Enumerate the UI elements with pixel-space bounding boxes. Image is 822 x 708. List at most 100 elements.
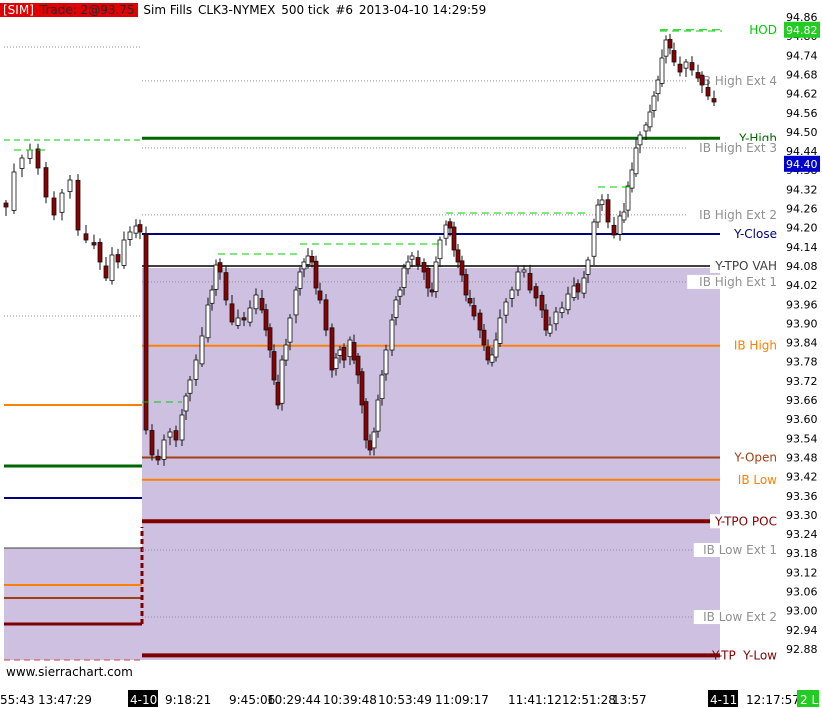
price-tick-label: 94.08 xyxy=(786,260,818,273)
price-tick-label: 93.36 xyxy=(786,490,818,503)
level-label: IB High xyxy=(734,339,777,353)
candle-body xyxy=(51,197,57,216)
candle-body xyxy=(259,298,265,311)
candle-body xyxy=(489,354,495,363)
candle-body xyxy=(447,221,453,229)
candle-body xyxy=(375,399,381,432)
candle-body xyxy=(509,289,515,299)
candle-body xyxy=(595,204,601,223)
candle-body xyxy=(397,289,403,297)
candle-body xyxy=(359,371,365,406)
candle-body xyxy=(205,304,211,339)
candle-body xyxy=(677,63,683,73)
price-axis: 94.8694.8094.7494.6894.6294.5694.5094.44… xyxy=(784,11,820,656)
price-tick-label: 94.02 xyxy=(786,279,818,292)
level-label: IB Low Ext 1 xyxy=(703,543,777,557)
price-tick-label: 93.00 xyxy=(786,605,818,618)
candle-body xyxy=(279,359,285,404)
candle-body xyxy=(565,293,571,311)
candle-body xyxy=(297,271,303,289)
candle-body xyxy=(187,379,193,394)
price-tick-label: 94.50 xyxy=(786,126,818,139)
price-chart[interactable]: HODIB High Ext 4Y-HighIB High Ext 3IB Hi… xyxy=(0,0,822,708)
candle-body xyxy=(383,349,389,375)
level-label: Y-Close xyxy=(733,227,777,241)
candle-body xyxy=(27,149,33,159)
candle-body xyxy=(459,260,465,276)
candle-body xyxy=(67,179,73,193)
time-tick-label: 10:29:44 xyxy=(267,693,321,707)
candle-body xyxy=(651,95,657,111)
price-tick-label: 94.74 xyxy=(786,49,818,62)
level-label: Y-Low xyxy=(742,648,777,662)
candle-body xyxy=(167,431,173,438)
price-tick-label: 94.62 xyxy=(786,88,818,101)
candle-body xyxy=(75,179,81,231)
candle-body xyxy=(621,211,627,221)
candle-body xyxy=(333,357,339,369)
time-tick-label: 9:18:21 xyxy=(165,693,211,707)
price-tick-label: 93.48 xyxy=(786,451,818,464)
candle-body xyxy=(455,249,461,263)
candle-body xyxy=(59,192,65,213)
level-label: IB High Ext 2 xyxy=(699,208,777,222)
price-tick-label: 93.90 xyxy=(786,317,818,330)
level-label: Y-TP xyxy=(711,648,736,662)
price-tick-label: 94.68 xyxy=(786,68,818,81)
candle-body xyxy=(671,50,677,63)
level-label: Y-TPO POC xyxy=(714,514,777,528)
candle-body xyxy=(229,303,235,323)
candle-body xyxy=(209,289,215,304)
candle-body xyxy=(43,167,49,198)
level-label: HOD xyxy=(749,23,777,37)
candle-body xyxy=(329,327,335,371)
level-label: Y-TPO VAH xyxy=(714,259,777,273)
candle-body xyxy=(443,224,449,239)
price-tick-label: 93.24 xyxy=(786,528,818,541)
candle-body xyxy=(581,277,587,294)
candle-body xyxy=(463,274,469,296)
candle-body xyxy=(575,283,581,293)
candle-body xyxy=(183,395,189,412)
current-price-label: 94.40 xyxy=(786,158,818,171)
time-tick-label: 11:41:12 xyxy=(508,693,562,707)
candle-body xyxy=(109,254,115,281)
candle-body xyxy=(143,233,149,431)
candle-body xyxy=(323,299,329,331)
candle-body xyxy=(633,147,639,175)
candle-body xyxy=(155,455,161,461)
candle-body xyxy=(629,169,635,189)
candle-body xyxy=(409,255,415,260)
price-tick-label: 93.66 xyxy=(786,394,818,407)
candle-body xyxy=(699,74,705,86)
candle-body xyxy=(103,265,109,279)
candle-body xyxy=(301,261,307,270)
candle-body xyxy=(379,374,385,400)
candle-body xyxy=(293,289,299,316)
candle-body xyxy=(367,440,373,451)
time-tick-label: 11:09:17 xyxy=(435,693,489,707)
candle-body xyxy=(179,414,185,441)
candle-body xyxy=(467,298,473,304)
status-label: 2 L xyxy=(800,693,818,707)
candle-body xyxy=(283,344,289,361)
price-tick-label: 92.88 xyxy=(786,643,818,656)
price-tick-label: 93.06 xyxy=(786,586,818,599)
candle-body xyxy=(521,269,527,273)
candle-body xyxy=(347,339,353,358)
watermark: www.sierrachart.com xyxy=(6,665,133,679)
time-tick-label: 12:51:28 xyxy=(562,693,616,707)
candle-body xyxy=(313,260,319,289)
candle-body xyxy=(149,430,155,456)
candle-body xyxy=(611,224,617,236)
candle-body xyxy=(429,289,435,293)
price-tick-label: 93.18 xyxy=(786,547,818,560)
candle-body xyxy=(547,324,553,334)
hod-price-label: 94.82 xyxy=(786,24,818,37)
candle-body xyxy=(133,225,139,234)
candle-body xyxy=(553,311,559,325)
candle-body xyxy=(667,39,673,49)
level-label: IB High Ext 1 xyxy=(699,275,777,289)
candle-body xyxy=(433,261,439,292)
price-tick-label: 93.78 xyxy=(786,356,818,369)
